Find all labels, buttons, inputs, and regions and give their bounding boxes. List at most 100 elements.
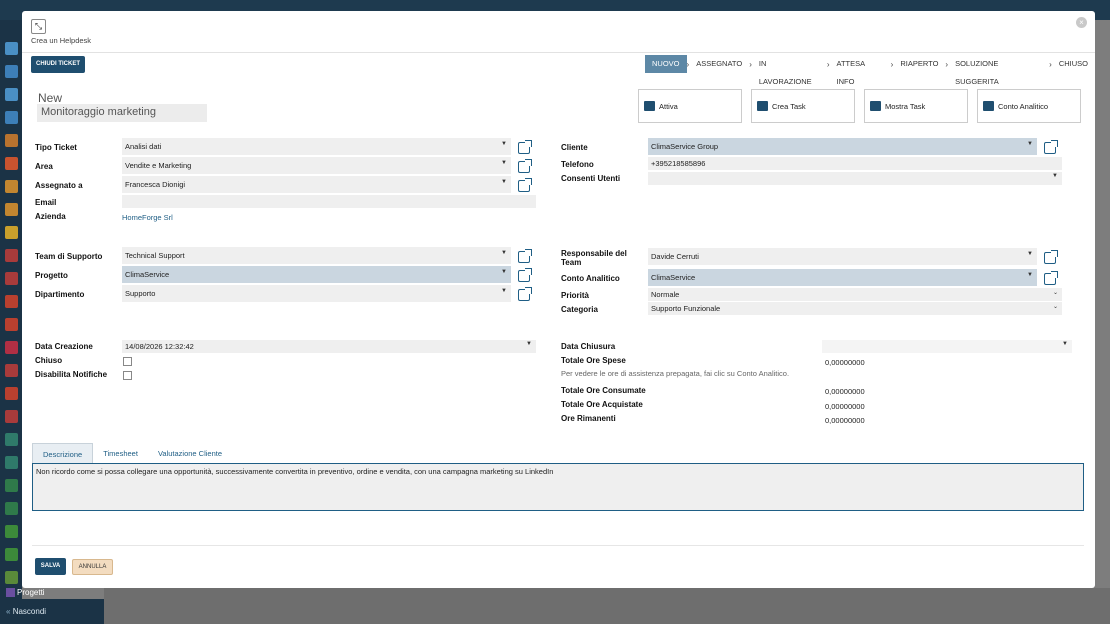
stage-assegnato[interactable]: ASSEGNATO <box>689 55 749 73</box>
area-select[interactable]: Vendite e Marketing ▼ <box>122 157 511 174</box>
app-icon[interactable] <box>5 456 18 469</box>
ore-spese-label: Totale Ore Spese <box>561 356 626 365</box>
priorita-label: Priorità <box>561 291 590 300</box>
priorita-select[interactable]: Normale ⌄ <box>648 288 1062 301</box>
external-link-icon[interactable] <box>518 140 532 154</box>
conto-select[interactable]: ClimaService ▼ <box>648 269 1037 286</box>
assegnato-select[interactable]: Francesca Dionigi ▼ <box>122 176 511 193</box>
responsabile-select[interactable]: Davide Cerruti ▼ <box>648 248 1037 265</box>
app-icon[interactable] <box>5 157 18 170</box>
app-icon[interactable] <box>5 180 18 193</box>
app-icon[interactable] <box>5 548 18 561</box>
area-value: Vendite e Marketing <box>125 161 192 170</box>
app-icon[interactable] <box>5 203 18 216</box>
attiva-button[interactable]: Attiva <box>638 89 742 123</box>
ticket-state: New <box>38 91 63 105</box>
app-icon[interactable] <box>5 318 18 331</box>
data-chiusura-field[interactable]: ▼ <box>822 340 1072 353</box>
email-field[interactable] <box>122 195 536 208</box>
caret-down-icon: ▼ <box>1027 141 1033 147</box>
app-icon[interactable] <box>5 502 18 515</box>
dipartimento-select[interactable]: Supporto ▼ <box>122 285 511 302</box>
external-link-icon[interactable] <box>518 249 532 263</box>
attiva-label: Attiva <box>659 101 678 111</box>
external-link-icon[interactable] <box>518 178 532 192</box>
ore-hint: Per vedere le ore di assistenza prepagat… <box>561 369 790 378</box>
area-label: Area <box>35 162 53 171</box>
team-label: Team di Supporto <box>35 252 103 261</box>
external-link-icon[interactable] <box>518 268 532 282</box>
external-link-icon[interactable] <box>1044 271 1058 285</box>
nav-nascondi[interactable]: « Nascondi <box>6 607 46 616</box>
tab-descrizione[interactable]: Descrizione <box>32 443 94 464</box>
app-icon[interactable] <box>5 387 18 400</box>
stage-attesa-info[interactable]: ATTESA INFO <box>830 55 891 86</box>
ore-rimanenti-label: Ore Rimanenti <box>561 414 616 423</box>
app-icon[interactable] <box>5 571 18 584</box>
stage-riaperto[interactable]: RIAPERTO <box>893 55 945 73</box>
app-icon[interactable] <box>5 525 18 538</box>
close-icon[interactable]: × <box>1076 17 1087 28</box>
telefono-field[interactable]: +395218585896 <box>648 157 1062 170</box>
modal-header: ⤡ Crea un Helpdesk × <box>22 11 1095 53</box>
stage-in-lavorazione[interactable]: IN LAVORAZIONE <box>752 55 827 86</box>
mostra-task-button[interactable]: Mostra Task <box>864 89 968 123</box>
conto-analitico-button[interactable]: Conto Analitico <box>977 89 1081 123</box>
external-link-icon[interactable] <box>518 287 532 301</box>
app-icon[interactable] <box>5 42 18 55</box>
cliente-select[interactable]: ClimaService Group ▼ <box>648 138 1037 155</box>
nav-progetti[interactable]: Progetti <box>6 588 45 598</box>
tab-timesheet[interactable]: Timesheet <box>93 443 148 464</box>
data-creazione-field[interactable]: 14/08/2026 12:32:42 ▼ <box>122 340 536 353</box>
disabilita-notifiche-checkbox[interactable] <box>123 371 132 380</box>
app-icon[interactable] <box>5 341 18 354</box>
edit-icon <box>870 101 881 111</box>
app-icon[interactable] <box>5 134 18 147</box>
consensi-select[interactable]: ▼ <box>648 172 1062 185</box>
app-icon[interactable] <box>5 88 18 101</box>
app-main-area <box>104 588 1110 624</box>
ticket-name-field[interactable]: Monitoraggio marketing <box>37 104 207 122</box>
chevron-left-icon: « <box>6 607 11 616</box>
app-icon[interactable] <box>5 272 18 285</box>
app-icon[interactable] <box>5 410 18 423</box>
ore-acquistate-value: 0,00000000 <box>825 402 865 411</box>
crea-task-button[interactable]: Crea Task <box>751 89 855 123</box>
categoria-select[interactable]: Supporto Funzionale ⌄ <box>648 302 1062 315</box>
caret-down-icon: ▼ <box>1027 272 1033 278</box>
app-icon[interactable] <box>5 295 18 308</box>
stage-chiuso[interactable]: CHIUSO <box>1052 55 1095 73</box>
app-icon[interactable] <box>5 111 18 124</box>
app-icon[interactable] <box>5 364 18 377</box>
projects-icon <box>6 588 15 598</box>
team-select[interactable]: Technical Support ▼ <box>122 247 511 264</box>
app-icon[interactable] <box>5 479 18 492</box>
stage-nuovo[interactable]: NUOVO <box>645 55 687 73</box>
categoria-value: Supporto Funzionale <box>651 304 721 313</box>
caret-down-icon: ▼ <box>526 341 532 347</box>
caret-down-icon: ▼ <box>501 179 507 185</box>
chevron-down-icon: ⌄ <box>1052 304 1058 310</box>
app-icon[interactable] <box>5 65 18 78</box>
consensi-label: Consenti Utenti <box>561 174 621 183</box>
save-button[interactable]: SALVA <box>35 558 66 575</box>
progetto-select[interactable]: ClimaService ▼ <box>122 266 511 283</box>
app-icon[interactable] <box>5 249 18 262</box>
ore-rimanenti-value: 0,00000000 <box>825 416 865 425</box>
close-ticket-button[interactable]: CHIUDI TICKET <box>31 56 85 73</box>
description-textarea[interactable]: Non ricordo come si possa collegare una … <box>32 463 1084 511</box>
cancel-button[interactable]: ANNULLA <box>72 559 113 575</box>
external-link-icon[interactable] <box>518 159 532 173</box>
helpdesk-modal: ⤡ Crea un Helpdesk × CHIUDI TICKET NUOVO… <box>22 11 1095 588</box>
azienda-link[interactable]: HomeForge Srl <box>122 213 173 222</box>
chiuso-checkbox[interactable] <box>123 357 132 366</box>
disabilita-notifiche-label: Disabilita Notifiche <box>35 370 108 379</box>
tab-valutazione-cliente[interactable]: Valutazione Cliente <box>148 443 232 464</box>
external-link-icon[interactable] <box>1044 140 1058 154</box>
app-icon[interactable] <box>5 433 18 446</box>
app-icon[interactable] <box>5 226 18 239</box>
tipo-ticket-select[interactable]: Analisi dati ▼ <box>122 138 511 155</box>
external-link-icon[interactable] <box>1044 250 1058 264</box>
stage-soluzione-suggerita[interactable]: SOLUZIONE SUGGERITA <box>948 55 1049 86</box>
restore-icon[interactable]: ⤡ <box>31 19 46 34</box>
